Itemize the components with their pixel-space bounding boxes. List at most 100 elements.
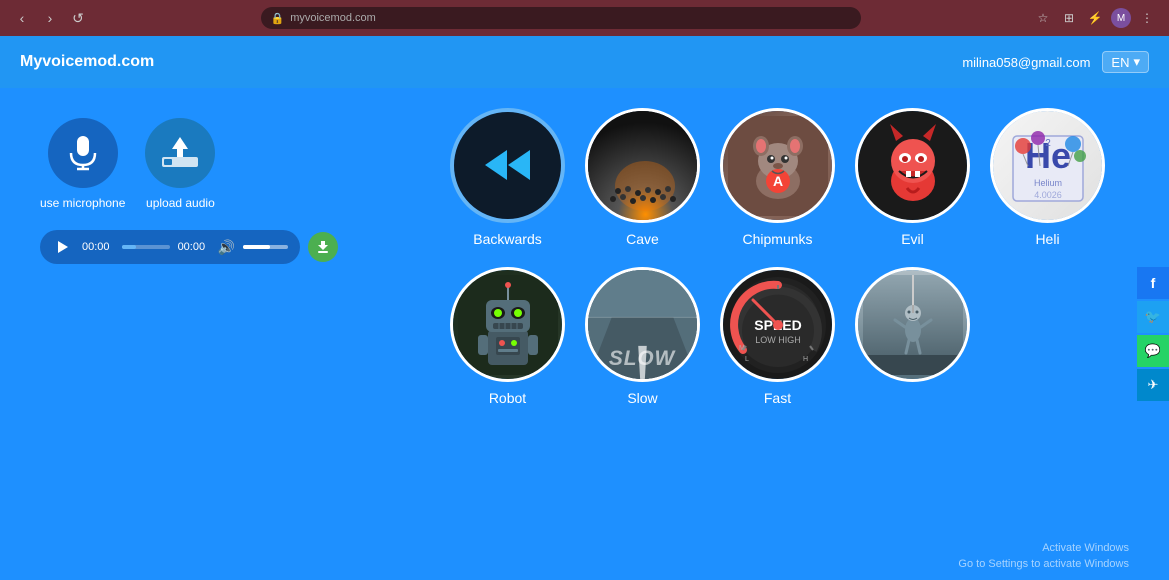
svg-text:Helium: Helium: [1033, 178, 1061, 188]
effect-circle-chipmunks: A: [720, 108, 835, 223]
robot-scene: [453, 270, 562, 379]
cave-svg: [588, 111, 700, 223]
fast-scene: SPEED LOW HIGH L H M: [723, 270, 832, 379]
microphone-icon: [67, 135, 99, 171]
star-icon[interactable]: ☆: [1033, 8, 1053, 28]
effect-label-backwards: Backwards: [473, 231, 541, 247]
heli-scene: He 2 Helium 4.0026: [993, 111, 1102, 220]
app-main: use microphone upload audio: [0, 88, 1169, 580]
lang-chevron: ▾: [1133, 54, 1140, 70]
svg-text:L: L: [745, 356, 749, 363]
browser-actions: ☆ ⊞ ⚡ M ⋮: [1033, 8, 1157, 28]
user-email: milina058@gmail.com: [962, 55, 1090, 70]
effect-slow[interactable]: SLOW Slow: [585, 267, 700, 406]
header-right: milina058@gmail.com EN ▾: [962, 51, 1149, 73]
effect-evil[interactable]: Evil: [855, 108, 970, 247]
profile-avatar[interactable]: M: [1111, 8, 1131, 28]
heli-svg: He 2 Helium 4.0026: [998, 116, 1098, 216]
effects-grid: Backwards: [450, 108, 1139, 406]
effect-circle-backwards: [450, 108, 565, 223]
menu-icon[interactable]: ⋮: [1137, 8, 1157, 28]
effect-circle-slow: SLOW: [585, 267, 700, 382]
effect-label-cave: Cave: [626, 231, 659, 247]
upload-circle: [145, 118, 215, 188]
volume-icon[interactable]: 🔊: [218, 239, 235, 256]
svg-text:A: A: [772, 173, 782, 189]
chipmunks-svg: A: [728, 116, 828, 216]
language-selector[interactable]: EN ▾: [1102, 51, 1149, 73]
twitter-icon: 🐦: [1145, 309, 1161, 325]
effect-circle-fast: SPEED LOW HIGH L H M: [720, 267, 835, 382]
url-text: myvoicemod.com: [290, 12, 376, 24]
whatsapp-button[interactable]: 💬: [1137, 335, 1169, 367]
effect-robot[interactable]: Robot: [450, 267, 565, 406]
mic-label: use microphone: [40, 196, 125, 210]
windows-watermark: Activate Windows Go to Settings to activ…: [958, 541, 1129, 572]
time-end: 00:00: [178, 241, 210, 253]
effect-circle-heli: He 2 Helium 4.0026: [990, 108, 1105, 223]
slow-svg: SLOW: [588, 270, 697, 379]
evil-scene: [858, 111, 967, 220]
mic-circle: [48, 118, 118, 188]
browser-chrome: ‹ › ↺ 🔒 myvoicemod.com ☆ ⊞ ⚡ M ⋮: [0, 0, 1169, 36]
telegram-icon: ✈: [1148, 377, 1159, 393]
effect-last[interactable]: [855, 267, 970, 406]
effect-fast[interactable]: SPEED LOW HIGH L H M: [720, 267, 835, 406]
forward-button[interactable]: ›: [40, 8, 60, 28]
effect-label-chipmunks: Chipmunks: [742, 231, 812, 247]
fast-svg: SPEED LOW HIGH L H M: [728, 275, 828, 375]
effect-heli[interactable]: He 2 Helium 4.0026: [990, 108, 1105, 247]
download-icon: [316, 240, 330, 254]
ext-icon-2[interactable]: ⚡: [1085, 8, 1105, 28]
svg-text:LOW HIGH: LOW HIGH: [755, 335, 801, 345]
upload-audio-button[interactable]: upload audio: [145, 118, 215, 210]
facebook-icon: f: [1151, 275, 1156, 291]
facebook-button[interactable]: f: [1137, 267, 1169, 299]
evil-svg: [863, 116, 963, 216]
svg-text:M: M: [739, 345, 745, 352]
svg-text:H: H: [803, 356, 808, 363]
audio-player: 00:00 00:00 🔊: [40, 230, 300, 264]
lock-icon: 🔒: [271, 12, 285, 25]
whatsapp-icon: 💬: [1145, 343, 1161, 359]
activate-windows-subtext: Go to Settings to activate Windows: [958, 557, 1129, 572]
effects-panel: Backwards: [420, 88, 1169, 580]
effect-label-heli: Heli: [1035, 231, 1059, 247]
reload-button[interactable]: ↺: [68, 8, 88, 28]
ext-icon-1[interactable]: ⊞: [1059, 8, 1079, 28]
last-scene: [858, 270, 967, 379]
svg-text:SLOW: SLOW: [609, 347, 677, 370]
effect-label-evil: Evil: [901, 231, 924, 247]
twitter-button[interactable]: 🐦: [1137, 301, 1169, 333]
activate-windows-text: Activate Windows: [958, 541, 1129, 556]
time-start: 00:00: [82, 241, 114, 253]
download-button[interactable]: [308, 232, 338, 262]
social-sidebar: f 🐦 💬 ✈: [1137, 267, 1169, 401]
left-panel: use microphone upload audio: [0, 88, 420, 580]
chipmunks-scene: A: [723, 111, 832, 220]
cave-scene: [588, 111, 697, 220]
effect-circle-evil: [855, 108, 970, 223]
effect-cave[interactable]: Cave: [585, 108, 700, 247]
backwards-icon: [480, 138, 535, 193]
lang-label: EN: [1111, 55, 1129, 70]
mic-upload-row: use microphone upload audio: [40, 118, 380, 210]
effect-circle-cave: [585, 108, 700, 223]
effect-circle-last: [855, 267, 970, 382]
robot-svg: [458, 275, 558, 375]
effect-label-fast: Fast: [764, 390, 791, 406]
play-button[interactable]: [52, 236, 74, 258]
address-bar[interactable]: 🔒 myvoicemod.com: [261, 7, 861, 29]
progress-bar[interactable]: [122, 245, 170, 249]
back-button[interactable]: ‹: [12, 8, 32, 28]
app-logo: Myvoicemod.com: [20, 53, 154, 71]
app-header: Myvoicemod.com milina058@gmail.com EN ▾: [0, 36, 1169, 88]
volume-bar[interactable]: [243, 245, 288, 249]
effect-chipmunks[interactable]: A Chipmunks: [720, 108, 835, 247]
effect-backwards[interactable]: Backwards: [450, 108, 565, 247]
upload-icon: [160, 135, 200, 171]
svg-text:2: 2: [1045, 138, 1051, 149]
effect-label-robot: Robot: [489, 390, 526, 406]
use-microphone-button[interactable]: use microphone: [40, 118, 125, 210]
telegram-button[interactable]: ✈: [1137, 369, 1169, 401]
